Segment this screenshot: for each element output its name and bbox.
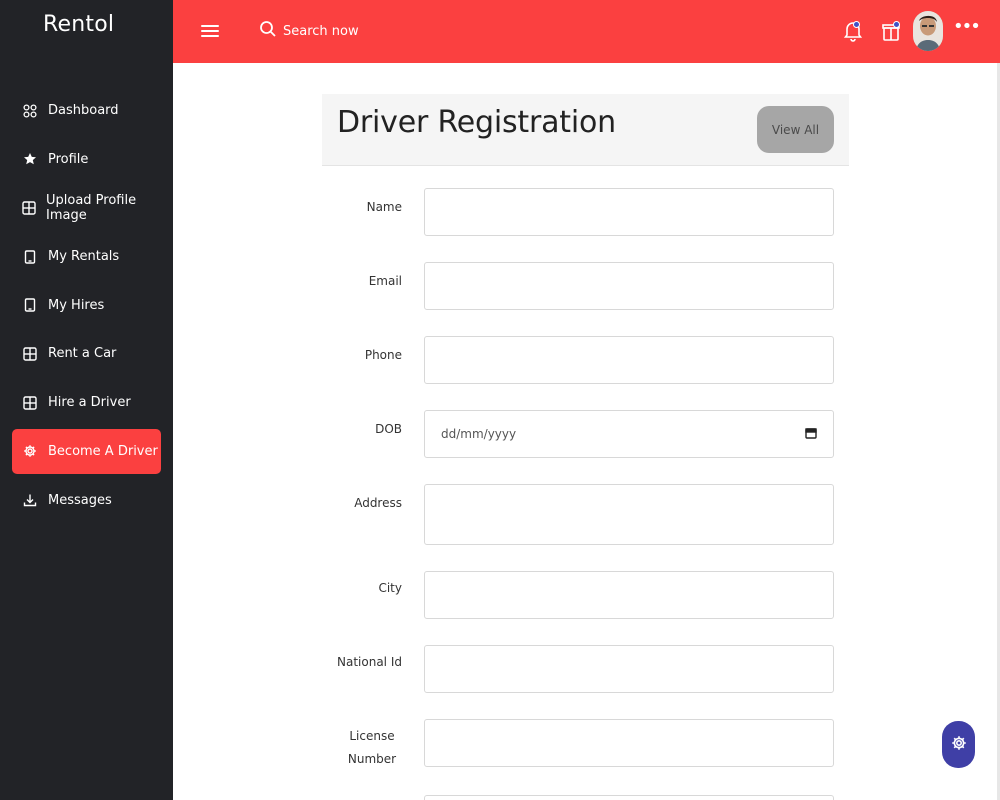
national-id-input[interactable] [424, 645, 834, 693]
table-icon [22, 200, 36, 216]
table-icon [22, 346, 38, 362]
bell-icon [843, 22, 863, 46]
address-textarea[interactable] [424, 484, 834, 545]
page-title: Driver Registration [337, 105, 616, 140]
sidebar-item-label: My Hires [48, 297, 105, 313]
dob-date-input[interactable]: dd/mm/yyyy [424, 410, 834, 458]
hamburger-menu-icon[interactable] [201, 22, 219, 40]
sidebar-item-upload-profile-image[interactable]: Upload Profile Image [12, 185, 161, 230]
national-id-label: National Id [337, 655, 402, 669]
city-label: City [378, 581, 402, 595]
sidebar-item-my-hires[interactable]: My Hires [12, 283, 161, 328]
sidebar-item-profile[interactable]: Profile [12, 137, 161, 182]
view-all-button[interactable]: View All [757, 106, 834, 153]
notification-bell[interactable] [843, 20, 863, 44]
avatar[interactable] [913, 11, 943, 51]
download-icon [22, 492, 38, 508]
sidebar-nav: Dashboard Profile Upload Profile Image M… [0, 88, 173, 526]
gift-dot [893, 21, 900, 28]
search-icon [259, 20, 283, 42]
top-header: ••• [173, 0, 1000, 63]
gift-button[interactable] [882, 20, 902, 44]
brand-logo[interactable]: Rentol [43, 12, 114, 37]
phone-input[interactable] [424, 336, 834, 384]
gear-icon [951, 735, 967, 755]
address-label: Address [354, 496, 402, 510]
sidebar-item-my-rentals[interactable]: My Rentals [12, 234, 161, 279]
dob-placeholder: dd/mm/yyyy [441, 427, 517, 441]
next-field-input[interactable] [424, 795, 834, 800]
email-input[interactable] [424, 262, 834, 310]
more-options-icon[interactable]: ••• [953, 18, 981, 36]
sidebar: Rentol Dashboard Profile Upload Profile … [0, 0, 173, 800]
notification-dot [853, 21, 860, 28]
city-input[interactable] [424, 571, 834, 619]
form-row-next [322, 795, 849, 800]
sidebar-item-label: Upload Profile Image [46, 192, 137, 223]
sidebar-item-label: Rent a Car [48, 346, 117, 362]
sidebar-item-hire-a-driver[interactable]: Hire a Driver [12, 380, 161, 425]
gear-icon [22, 443, 38, 459]
gift-icon [882, 24, 900, 46]
sidebar-item-label: Become A Driver [48, 443, 158, 459]
sidebar-item-dashboard[interactable]: Dashboard [12, 88, 161, 133]
sidebar-item-label: Messages [48, 492, 112, 508]
phone-label: Phone [364, 348, 402, 362]
dob-label: DOB [375, 422, 402, 436]
floating-settings-button[interactable] [942, 721, 975, 768]
license-number-input[interactable] [424, 719, 834, 767]
sidebar-item-label: Hire a Driver [48, 395, 131, 411]
star-icon [22, 151, 38, 167]
license-label: License Number [347, 729, 397, 766]
calendar-icon[interactable] [805, 427, 817, 442]
sidebar-item-label: My Rentals [48, 249, 120, 265]
sidebar-item-label: Dashboard [48, 103, 119, 118]
sidebar-item-rent-a-car[interactable]: Rent a Car [12, 331, 161, 376]
table-icon [22, 395, 38, 411]
sidebar-item-become-a-driver[interactable]: Become A Driver [12, 428, 161, 474]
card-header: Driver Registration View All [322, 94, 849, 166]
mobile-icon [22, 297, 38, 313]
search-input[interactable] [283, 23, 443, 39]
mobile-icon [22, 249, 38, 265]
name-label: Name [366, 200, 402, 214]
sidebar-item-label: Profile [48, 151, 89, 167]
sidebar-item-messages[interactable]: Messages [12, 478, 161, 523]
grid-circles-icon [22, 103, 38, 119]
name-input[interactable] [424, 188, 834, 236]
search-bar[interactable] [259, 20, 443, 42]
email-label: Email [368, 274, 402, 288]
